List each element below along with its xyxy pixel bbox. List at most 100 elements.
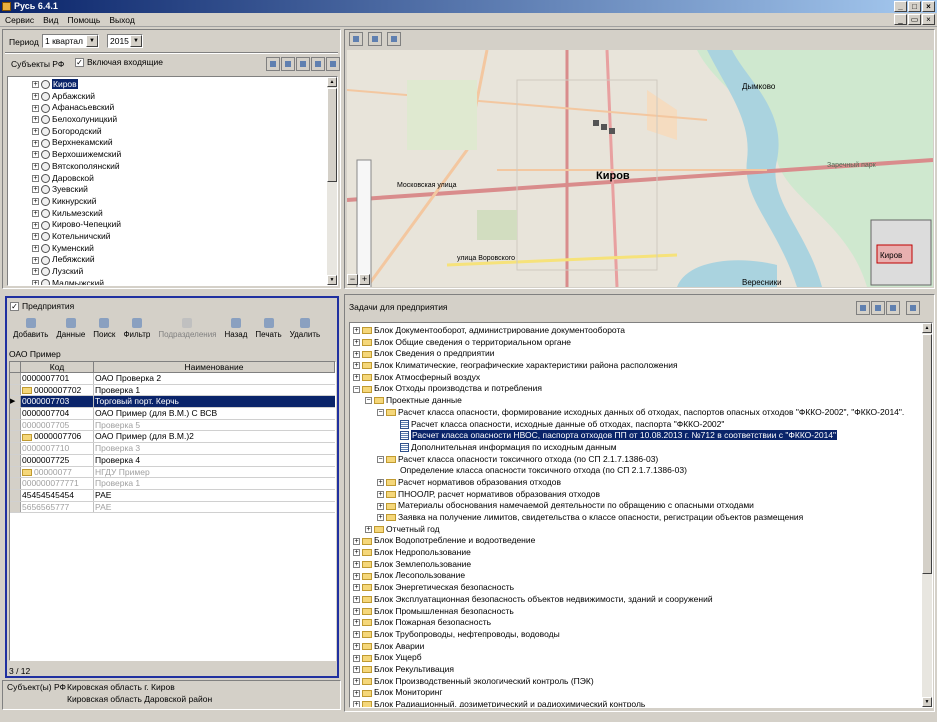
- task-item[interactable]: + ПНООЛР, расчет нормативов образования о…: [353, 489, 932, 501]
- table-row[interactable]: ▶ 0000007703 Торговый порт. Керчь: [10, 396, 335, 409]
- task-item[interactable]: + Блок Атмосферный воздух: [353, 372, 932, 384]
- grid-icon[interactable]: [856, 301, 870, 315]
- expand-icon[interactable]: +: [377, 490, 384, 498]
- expand-icon[interactable]: +: [353, 666, 360, 674]
- expand-icon[interactable]: +: [32, 116, 39, 124]
- table-row[interactable]: 0000007705 Проверка 5: [10, 419, 335, 432]
- task-item[interactable]: + Блок Рекультивация: [353, 664, 932, 676]
- scroll-thumb[interactable]: [327, 88, 337, 182]
- task-item[interactable]: + Блок Эксплуатационная безопасность объе…: [353, 594, 932, 606]
- task-item[interactable]: + Отчетный год: [353, 524, 932, 536]
- back-button[interactable]: Назад: [222, 317, 251, 339]
- scroll-down-icon[interactable]: ▼: [327, 275, 337, 285]
- pen-icon[interactable]: [368, 32, 382, 46]
- subject-item[interactable]: + Афанасьевский: [32, 102, 337, 114]
- scroll-thumb[interactable]: [922, 334, 932, 574]
- task-item[interactable]: + Блок Общие сведения о территориальном о…: [353, 337, 932, 349]
- data-button[interactable]: Данные: [53, 317, 88, 339]
- expand-icon[interactable]: +: [32, 92, 39, 100]
- expand-icon[interactable]: +: [32, 209, 39, 217]
- menu-service[interactable]: Сервис: [5, 15, 34, 25]
- row-indicator[interactable]: [10, 419, 21, 431]
- expand-icon[interactable]: +: [353, 338, 360, 346]
- table-row[interactable]: 0000007725 Проверка 4: [10, 454, 335, 467]
- row-indicator[interactable]: [10, 384, 21, 396]
- row-indicator[interactable]: [10, 489, 21, 501]
- enterprises-checkbox[interactable]: ✓ Предприятия: [10, 301, 74, 312]
- subject-bottom-item[interactable]: Кировская область г. Киров: [67, 682, 212, 694]
- expand-icon[interactable]: +: [32, 151, 39, 159]
- task-item[interactable]: + Блок Документооборот, администрирование…: [353, 325, 932, 337]
- subject-item[interactable]: + Киров: [32, 79, 337, 91]
- row-indicator[interactable]: [10, 501, 21, 513]
- expand-icon[interactable]: +: [32, 279, 39, 285]
- task-item[interactable]: + Блок Промышленная безопасность: [353, 606, 932, 618]
- expand-icon[interactable]: +: [32, 221, 39, 229]
- expand-icon[interactable]: +: [353, 549, 360, 557]
- col-name[interactable]: Наименование: [94, 362, 335, 372]
- expand-icon[interactable]: +: [32, 128, 39, 135]
- expand-icon[interactable]: +: [353, 327, 360, 335]
- expand-icon[interactable]: +: [32, 139, 39, 147]
- task-item[interactable]: Дополнительная информация по исходным да…: [353, 442, 932, 454]
- task-item[interactable]: Расчет класса опасности НВОС, паспорта о…: [353, 430, 932, 442]
- task-item[interactable]: + Блок Трубопроводы, нефтепроводы, водово…: [353, 629, 932, 641]
- mdi-close-button[interactable]: ×: [922, 14, 935, 25]
- tree-view-icon[interactable]: [266, 57, 280, 71]
- table-row[interactable]: 45454545454 РАЕ: [10, 489, 335, 502]
- expand-icon[interactable]: +: [32, 244, 39, 252]
- quarter-select[interactable]: 1 квартал ▼: [42, 34, 99, 48]
- expand-icon[interactable]: +: [353, 642, 360, 650]
- tree-view-icon[interactable]: [871, 301, 885, 315]
- task-item[interactable]: Определение класса опасности токсичного …: [353, 465, 932, 477]
- expand-icon[interactable]: +: [32, 163, 39, 171]
- menu-exit[interactable]: Выход: [109, 15, 134, 25]
- mdi-minimize-button[interactable]: _: [894, 14, 907, 25]
- task-item[interactable]: − Блок Отходы производства и потребления: [353, 383, 932, 395]
- table-view-icon[interactable]: [886, 301, 900, 315]
- expand-icon[interactable]: +: [353, 631, 360, 639]
- transfer-icon[interactable]: [311, 57, 325, 71]
- divisions-button[interactable]: Подразделения: [155, 317, 219, 339]
- subjects-scrollbar[interactable]: ▲ ▼: [326, 77, 337, 285]
- chevron-down-icon[interactable]: ▼: [86, 35, 98, 47]
- subject-item[interactable]: + Кильмезский: [32, 208, 337, 220]
- map-view[interactable]: Киров Дымково Заречный парк Вересники Мо…: [347, 50, 933, 287]
- expand-icon[interactable]: +: [353, 537, 360, 545]
- menu-help[interactable]: Помощь: [68, 15, 101, 25]
- subject-item[interactable]: + Куменский: [32, 243, 337, 255]
- table-row[interactable]: 0000007710 Проверка 3: [10, 443, 335, 455]
- row-indicator[interactable]: [10, 373, 21, 384]
- expand-icon[interactable]: +: [353, 677, 360, 685]
- subject-item[interactable]: + Вятскополянский: [32, 161, 337, 173]
- search-button[interactable]: Поиск: [90, 317, 118, 339]
- zoom-out-button[interactable]: −: [347, 274, 358, 285]
- year-select[interactable]: 2015 ▼: [107, 34, 143, 48]
- expand-icon[interactable]: +: [353, 689, 360, 697]
- expand-icon[interactable]: +: [353, 654, 360, 662]
- subject-item[interactable]: + Верхнекамский: [32, 137, 337, 149]
- subject-item[interactable]: + Даровской: [32, 173, 337, 185]
- expand-icon[interactable]: +: [353, 596, 360, 604]
- edit-icon[interactable]: [326, 57, 340, 71]
- subject-item[interactable]: + Верхошижемский: [32, 149, 337, 161]
- filter-button[interactable]: Фильтр: [120, 317, 153, 339]
- task-item[interactable]: + Блок Энергетическая безопасность: [353, 582, 932, 594]
- collapse-icon[interactable]: −: [353, 385, 360, 393]
- scroll-up-icon[interactable]: ▲: [327, 77, 337, 87]
- table-row[interactable]: 000000077771 Проверка 1: [10, 478, 335, 490]
- table-row[interactable]: 0000007706 ОАО Пример (для В.М.)2: [10, 431, 335, 444]
- expand-icon[interactable]: +: [377, 514, 384, 522]
- tasks-scrollbar[interactable]: ▲ ▼: [921, 323, 932, 707]
- subject-item[interactable]: + Лузский: [32, 266, 337, 278]
- expand-icon[interactable]: +: [353, 561, 360, 568]
- subject-item[interactable]: + Зуевский: [32, 184, 337, 196]
- task-item[interactable]: + Блок Мониторинг: [353, 687, 932, 699]
- close-button[interactable]: ×: [922, 1, 935, 12]
- export-icon[interactable]: [906, 301, 920, 315]
- include-incoming-checkbox[interactable]: ✓ Включая входящие: [75, 57, 163, 68]
- task-item[interactable]: + Расчет нормативов образования отходов: [353, 477, 932, 489]
- subject-item[interactable]: + Малмыжский: [32, 278, 337, 285]
- task-item[interactable]: + Блок Радиационный, дозиметрический и ра…: [353, 699, 932, 707]
- row-indicator[interactable]: [10, 431, 21, 443]
